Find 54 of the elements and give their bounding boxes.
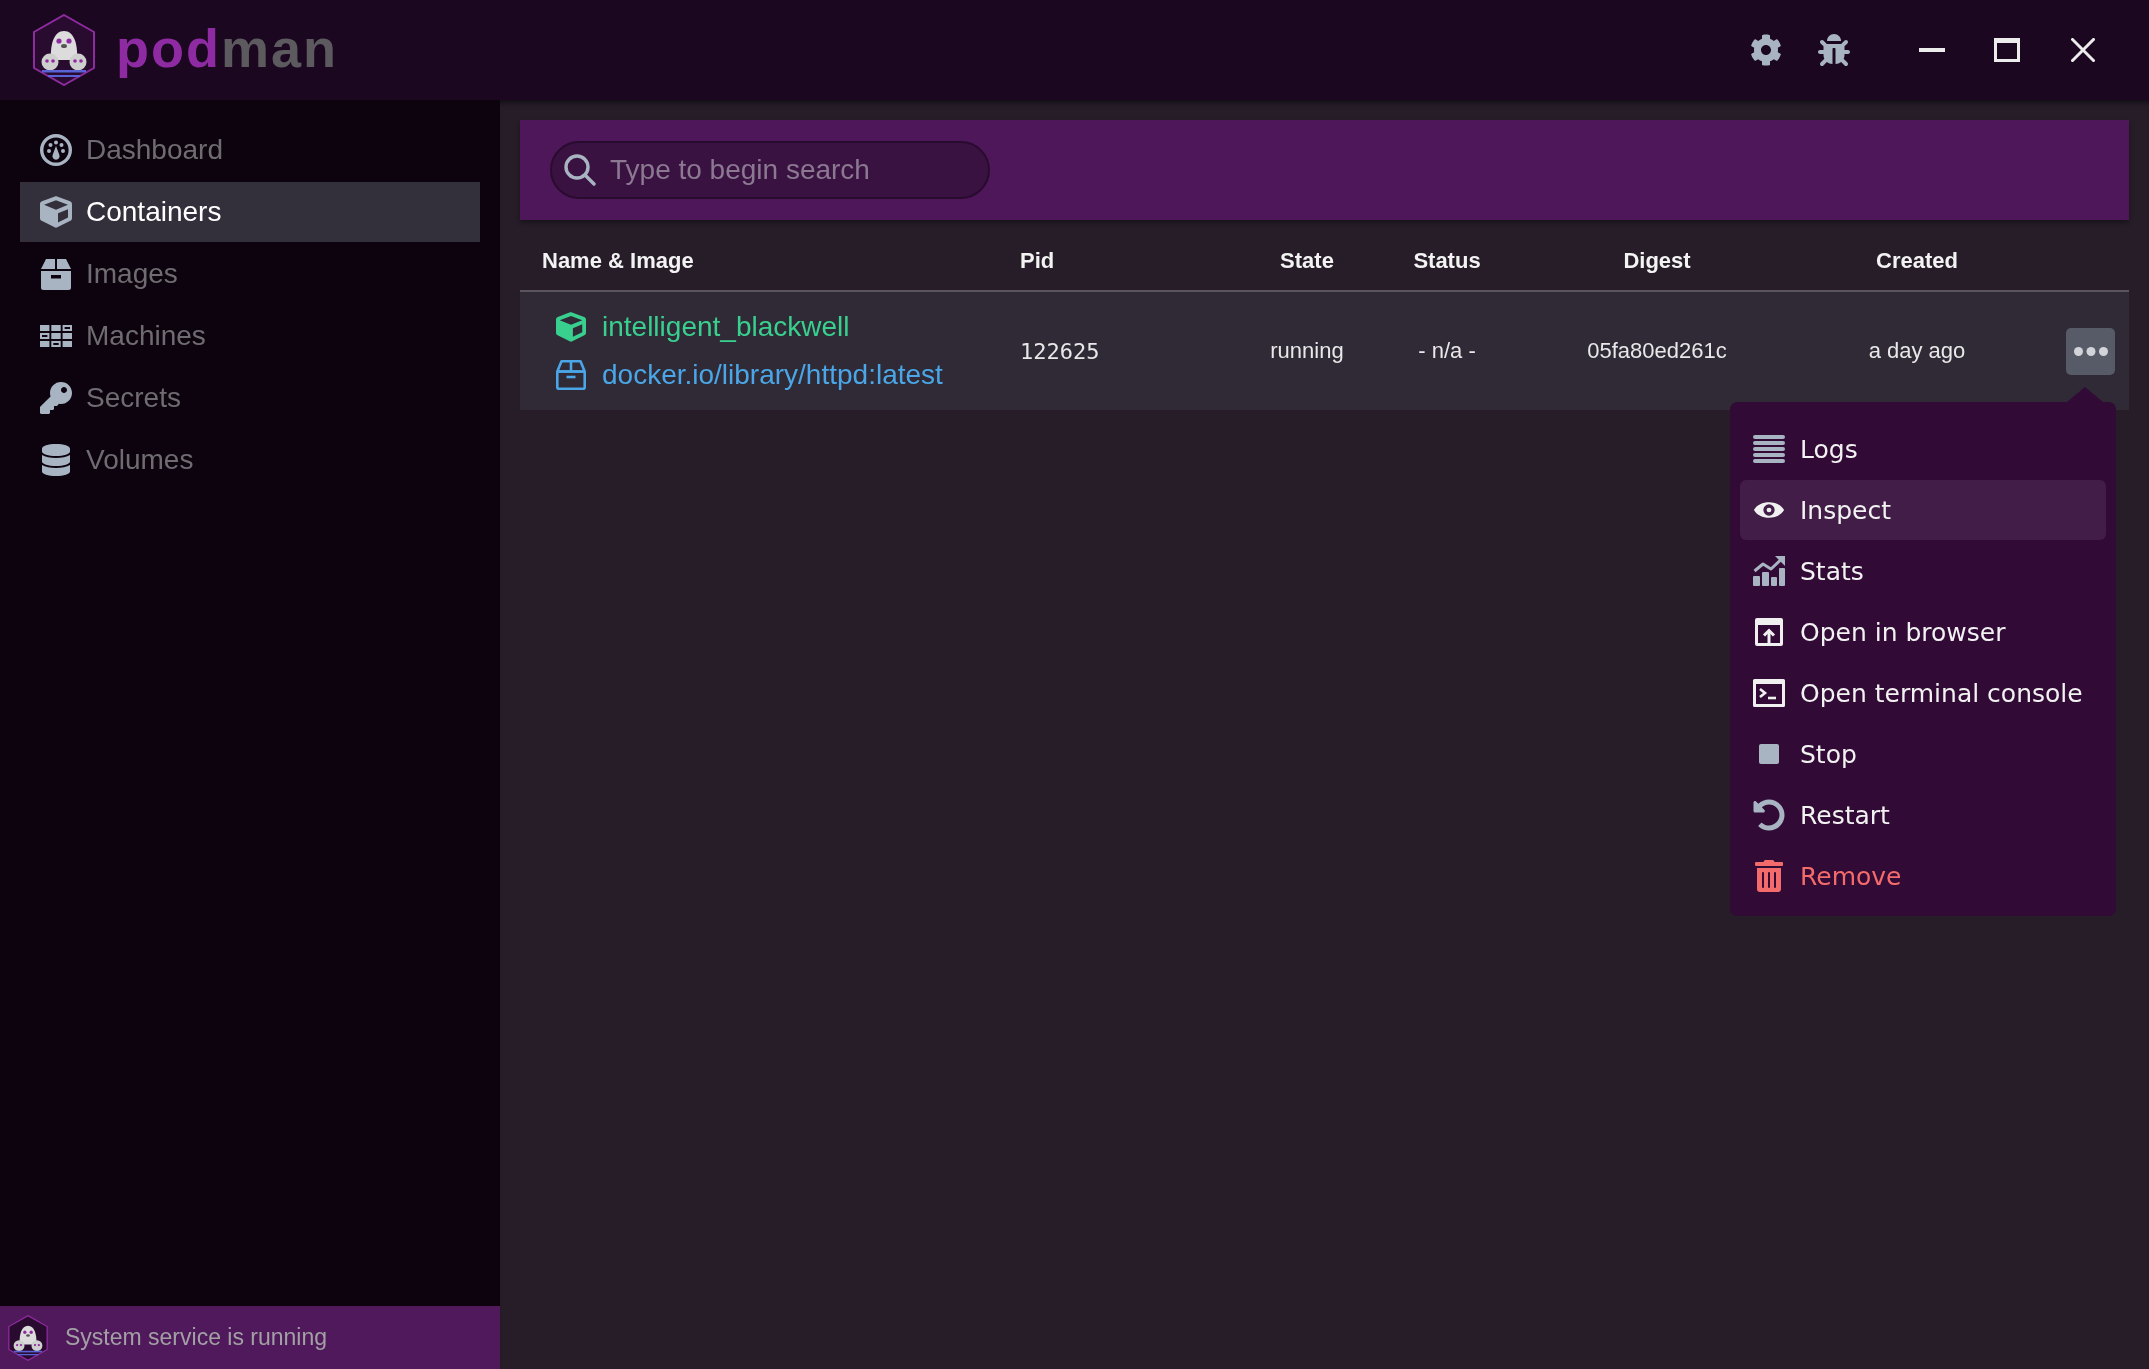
key-icon (40, 382, 72, 414)
search-field[interactable]: Type to begin search (550, 141, 990, 199)
settings-icon[interactable] (1750, 34, 1782, 66)
column-header: Digest (1623, 248, 1691, 274)
sidebar-item[interactable]: Containers (20, 182, 480, 242)
table-cell: running (1270, 338, 1344, 364)
sidebar-item[interactable]: Dashboard (20, 120, 480, 180)
box-icon (556, 360, 586, 390)
grid-icon (40, 325, 72, 347)
box-icon (40, 258, 72, 290)
eye-icon (1753, 499, 1785, 521)
menu-item[interactable]: Remove (1740, 846, 2106, 906)
logo-wordmark: man (220, 21, 338, 75)
seal-logo-icon (5, 1314, 51, 1361)
browser-window-icon (1755, 618, 1783, 646)
column-header: Pid (1020, 248, 1055, 274)
menu-item[interactable]: Open terminal console (1740, 663, 2106, 723)
list-icon (1753, 435, 1785, 463)
sidebar-item[interactable]: Secrets (20, 368, 480, 428)
menu-item[interactable]: Restart (1740, 785, 2106, 845)
stop-icon (1759, 744, 1779, 764)
sidebar-item[interactable]: Images (20, 244, 480, 304)
trash-icon (1755, 860, 1783, 892)
terminal-icon (1753, 679, 1785, 707)
search-icon (564, 154, 596, 186)
column-header: Created (1876, 248, 1958, 274)
table-cell: 122625 (1020, 338, 1100, 364)
cube-icon (40, 196, 72, 228)
restart-icon (1753, 799, 1785, 831)
chart-icon (1753, 556, 1785, 586)
status-text: System service is running (65, 1324, 328, 1351)
column-header: State (1280, 248, 1334, 274)
sidebar-item[interactable]: Machines (20, 306, 480, 366)
menu-item[interactable]: Logs (1740, 419, 2106, 479)
database-icon (42, 444, 70, 476)
table-cell: a day ago (1868, 338, 1966, 364)
sidebar-item[interactable]: Volumes (20, 430, 480, 490)
container-name-link[interactable]: intelligent_blackwell (602, 311, 850, 343)
table-cell: - n/a - (1418, 338, 1476, 364)
menu-item[interactable]: Stats (1740, 541, 2106, 601)
column-header: Name & Image (542, 248, 694, 274)
ellipsis-icon (2073, 346, 2108, 356)
bug-icon[interactable] (1818, 34, 1850, 66)
table-cell: 05fa80ed261c (1587, 338, 1727, 364)
more-options-button[interactable] (2066, 327, 2115, 375)
menu-item[interactable]: Open in browser (1740, 602, 2106, 662)
menu-item[interactable]: Inspect (1740, 480, 2106, 540)
column-header: Status (1413, 248, 1481, 274)
close-icon[interactable] (2071, 38, 2095, 62)
maximize-icon[interactable] (1994, 38, 2020, 62)
menu-item[interactable]: Stop (1740, 724, 2106, 784)
cube-icon (556, 312, 586, 342)
image-name-link[interactable]: docker.io/library/httpd:latest (602, 359, 943, 391)
gauge-icon (40, 134, 72, 166)
